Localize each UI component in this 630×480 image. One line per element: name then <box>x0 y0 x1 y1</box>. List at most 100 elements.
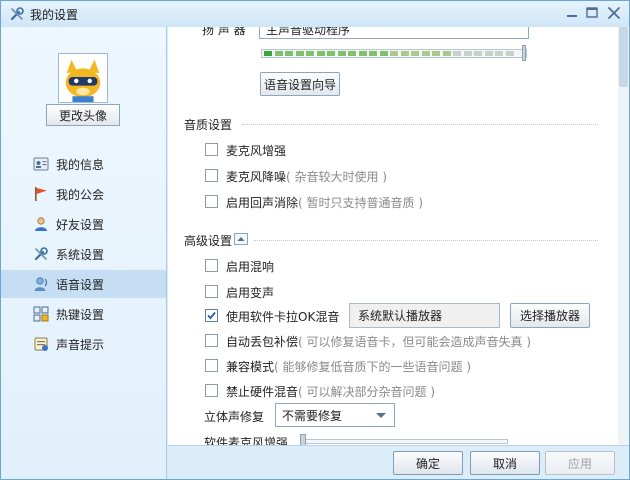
option-disable-hw-mix-label: 禁止硬件混音( 可以解决部分杂音问题 ) <box>226 385 436 399</box>
sidebar-item-sound-notice[interactable]: 声音提示 <box>1 330 166 358</box>
meter-segment <box>421 51 430 56</box>
avatar <box>58 53 108 103</box>
option-karaoke-mix-label: 使用软件卡拉OK混音 <box>226 310 340 324</box>
mic-boost-slider-track[interactable] <box>300 439 508 444</box>
meter-segment <box>474 51 482 56</box>
checkbox-auto-plc[interactable] <box>205 334 218 347</box>
player-field: 系统默认播放器 <box>349 303 500 328</box>
meter-segment <box>264 51 272 56</box>
sound-notice-icon <box>34 337 48 351</box>
meter-segment <box>463 51 472 56</box>
speaker-select[interactable]: 主声音驱动程序 <box>259 27 529 39</box>
mic-boost-slider-handle[interactable] <box>300 434 306 445</box>
sidebar-item-hotkey-settings[interactable]: 热键设置 <box>1 300 166 328</box>
meter-segment <box>495 51 503 56</box>
meter-segment <box>505 51 514 56</box>
meter-segment <box>316 51 325 56</box>
title-bar: 我的设置 <box>1 1 629 27</box>
ok-button[interactable]: 确定 <box>393 451 463 475</box>
option-compat-mode-label: 兼容模式( 能够修复低音质下的一些语音问题 ) <box>226 360 472 374</box>
meter-segment <box>306 51 314 56</box>
settings-window: 我的设置 更改头像 我的信息 我的公会 好友设置 系统设置 语音设置 热键设置 … <box>0 0 630 480</box>
footer-bar: 确定 取消 应用 <box>168 445 629 479</box>
volume-slider-handle[interactable] <box>522 45 526 61</box>
maximize-icon[interactable] <box>582 4 602 22</box>
checkbox-reverb[interactable] <box>205 259 218 272</box>
option-voice-change-label: 启用变声 <box>226 286 275 300</box>
voice-wizard-button[interactable]: 语音设置向导 <box>260 72 340 96</box>
settings-content: 扬 声 器 主声音驱动程序 语音设置向导 音质设置 麦克风增强 麦克风降噪( 杂… <box>168 27 629 445</box>
meter-segment <box>400 51 409 56</box>
option-mic-boost-label: 麦克风增强 <box>226 144 287 158</box>
sidebar-item-label: 语音设置 <box>56 278 105 292</box>
meter-segment <box>285 51 293 56</box>
flag-icon <box>35 187 47 201</box>
sidebar: 更改头像 我的信息 我的公会 好友设置 系统设置 语音设置 热键设置 声音提示 <box>1 27 167 479</box>
sidebar-item-label: 热键设置 <box>56 308 105 322</box>
close-icon[interactable] <box>604 4 624 22</box>
meter-segment <box>379 51 388 56</box>
sidebar-item-voice-settings[interactable]: 语音设置 <box>1 270 166 298</box>
stereo-fix-label: 立体声修复 <box>204 410 265 424</box>
option-reverb-label: 启用混响 <box>226 260 275 274</box>
profile-card-icon <box>33 157 49 171</box>
speaker-select-value: 主声音驱动程序 <box>266 27 351 37</box>
meter-segment <box>453 51 461 56</box>
meter-segment <box>348 51 356 56</box>
sidebar-item-label: 好友设置 <box>56 218 105 232</box>
quality-section-title: 音质设置 <box>184 118 233 132</box>
sidebar-item-system-settings[interactable]: 系统设置 <box>1 240 166 268</box>
checkbox-echo-cancel[interactable] <box>205 195 218 208</box>
sidebar-item-label: 我的信息 <box>56 158 105 172</box>
checkbox-mic-boost[interactable] <box>205 143 218 156</box>
scrollbar-thumb[interactable] <box>619 27 628 87</box>
stereo-fix-value: 不需要修复 <box>282 409 343 423</box>
checkbox-compat-mode[interactable] <box>205 359 218 372</box>
change-avatar-button[interactable]: 更改头像 <box>46 104 120 126</box>
sidebar-item-label: 声音提示 <box>56 338 105 352</box>
minimize-icon[interactable] <box>562 4 582 22</box>
checkbox-voice-change[interactable] <box>205 285 218 298</box>
sidebar-item-my-guild[interactable]: 我的公会 <box>1 180 166 208</box>
choose-player-button[interactable]: 选择播放器 <box>510 303 590 328</box>
sidebar-item-label: 我的公会 <box>56 188 105 202</box>
option-auto-plc-label: 自动丢包补偿( 可以修复语音卡，但可能会造成声音失真 ) <box>226 335 532 349</box>
meter-segment <box>390 51 398 56</box>
content-scrollbar[interactable] <box>618 27 629 445</box>
friend-icon <box>35 217 47 231</box>
meter-segment <box>337 51 346 56</box>
meter-segment <box>327 51 335 56</box>
sidebar-item-label: 系统设置 <box>56 248 105 262</box>
option-echo-cancel-label: 启用回声消除( 暂时只支持普通音质 ) <box>226 196 424 210</box>
meter-segment <box>274 51 283 56</box>
mic-boost-label: 软件麦克风增强 <box>204 436 289 445</box>
chevron-down-icon <box>376 413 386 418</box>
tools-icon <box>10 7 24 21</box>
meter-segment <box>358 51 367 56</box>
sidebar-item-my-info[interactable]: 我的信息 <box>1 150 166 178</box>
volume-meter <box>261 45 527 61</box>
checkbox-disable-hw-mix[interactable] <box>205 384 218 397</box>
divider <box>242 124 598 125</box>
meter-segment <box>411 51 419 56</box>
tools-icon <box>34 247 48 261</box>
voice-icon <box>34 277 48 291</box>
advanced-section-title: 高级设置 <box>184 234 233 248</box>
window-title: 我的设置 <box>30 8 79 22</box>
apply-button[interactable]: 应用 <box>545 451 615 475</box>
meter-segment <box>484 51 493 56</box>
meter-segment <box>295 51 304 56</box>
meter-segment <box>369 51 377 56</box>
meter-segment <box>432 51 440 56</box>
collapse-icon[interactable] <box>234 233 248 245</box>
checkbox-karaoke-mix[interactable] <box>205 309 218 322</box>
checkbox-mic-noise-reduction[interactable] <box>205 169 218 182</box>
stereo-fix-select[interactable]: 不需要修复 <box>275 403 395 427</box>
cancel-button[interactable]: 取消 <box>470 451 540 475</box>
meter-segment <box>442 51 451 56</box>
speaker-label: 扬 声 器 <box>202 27 246 37</box>
divider <box>254 240 598 241</box>
checkmark-icon <box>207 311 216 320</box>
hotkey-icon <box>33 306 49 322</box>
sidebar-item-friend-settings[interactable]: 好友设置 <box>1 210 166 238</box>
